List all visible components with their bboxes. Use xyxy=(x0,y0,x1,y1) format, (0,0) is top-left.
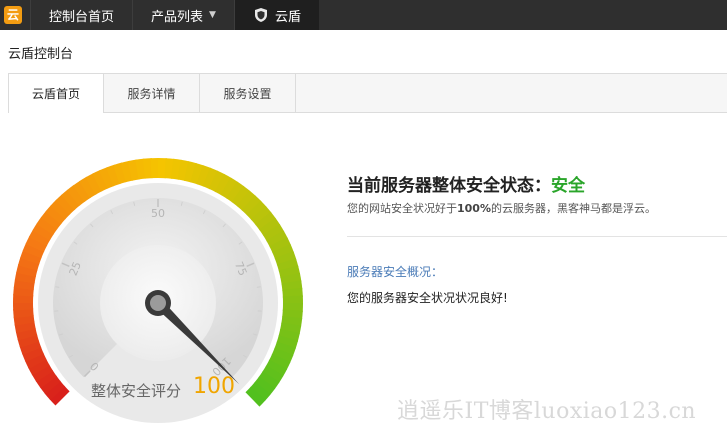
gauge-needle-hub-center xyxy=(150,295,166,311)
top-nav-bar: 云 控制台首页 产品列表 ▼ 云盾 xyxy=(0,0,727,30)
tab-service-settings[interactable]: 服务设置 xyxy=(200,74,296,113)
logo-mark: 云 xyxy=(4,6,22,24)
status-description: 您的网站安全状况好于100%的云服务器，黑客神马都是浮云。 xyxy=(347,200,656,216)
nav-product-list-label: 产品列表 xyxy=(151,9,204,25)
gauge-minor-tick xyxy=(256,286,261,288)
status-desc-percent: 100% xyxy=(457,202,491,215)
overview-label: 服务器安全概况： xyxy=(347,265,444,279)
app-logo[interactable]: 云 xyxy=(0,0,26,30)
score-label: 整体安全评分 xyxy=(91,382,182,400)
nav-console-home[interactable]: 控制台首页 xyxy=(30,0,132,30)
page-title: 云盾控制台 xyxy=(8,47,74,62)
shield-icon xyxy=(254,8,267,22)
nav-console-home-label: 控制台首页 xyxy=(49,9,115,25)
security-status-title: 当前服务器整体安全状态：安全 xyxy=(347,171,585,196)
tab-yundun-home[interactable]: 云盾首页 xyxy=(8,73,104,113)
gauge-minor-tick xyxy=(55,286,60,288)
nav-product-list[interactable]: 产品列表 ▼ xyxy=(132,0,234,30)
gauge-tick-label: 50 xyxy=(151,207,165,220)
status-desc-suffix: 的云服务器，黑客神马都是浮云。 xyxy=(490,202,656,215)
tab-service-details-label: 服务详情 xyxy=(127,87,176,101)
score-value: 100 xyxy=(193,374,235,399)
nav-yundun[interactable]: 云盾 xyxy=(233,0,319,30)
status-badge: 安全 xyxy=(551,176,585,196)
overview-text: 您的服务器安全状况状况良好! xyxy=(347,291,508,305)
divider xyxy=(347,236,727,237)
tab-service-details[interactable]: 服务详情 xyxy=(104,74,200,113)
tab-yundun-home-label: 云盾首页 xyxy=(31,87,80,101)
watermark: 逍遥乐IT博客luoxiao123.cn xyxy=(397,399,697,424)
nav-yundun-label: 云盾 xyxy=(274,9,301,25)
status-title-prefix: 当前服务器整体安全状态： xyxy=(347,176,551,196)
tab-service-settings-label: 服务设置 xyxy=(223,87,272,101)
status-desc-prefix: 您的网站安全状况好于 xyxy=(347,202,457,215)
tab-bar: 云盾首页 服务详情 服务设置 xyxy=(8,73,727,113)
chevron-down-icon: ▼ xyxy=(209,10,216,20)
